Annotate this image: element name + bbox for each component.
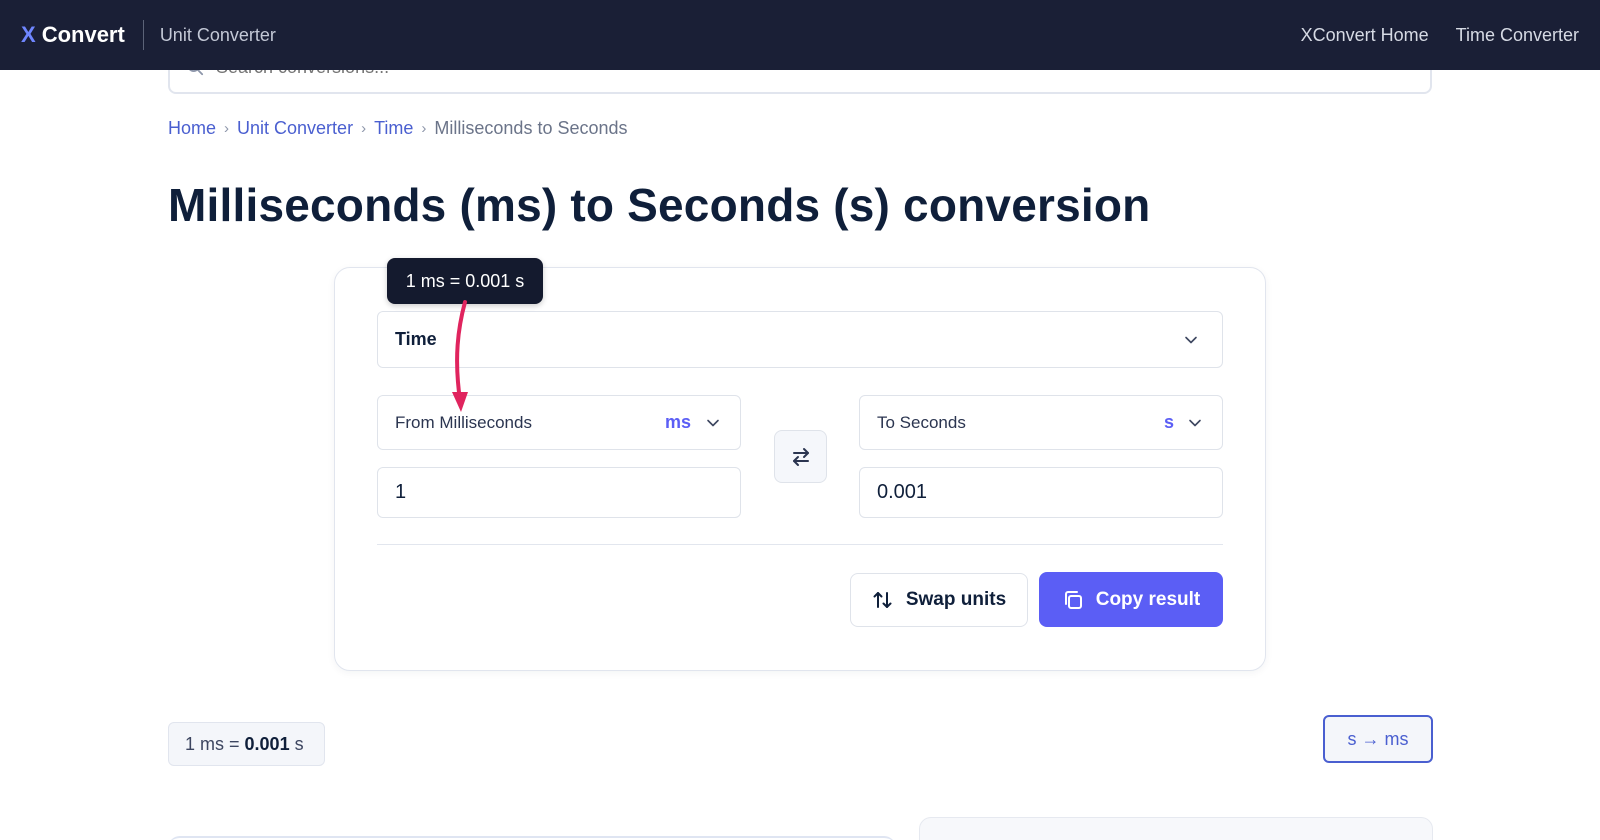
page-title: Milliseconds (ms) to Seconds (s) convers…	[168, 179, 1151, 231]
result-suffix: s	[294, 733, 304, 754]
chevron-down-icon	[1185, 336, 1197, 344]
breadcrumb-unit-converter[interactable]: Unit Converter	[237, 118, 353, 139]
category-select-value: Time	[395, 329, 437, 349]
breadcrumb-current: Milliseconds to Seconds	[434, 118, 628, 138]
card-divider	[377, 544, 1223, 545]
breadcrumb-time[interactable]: Time	[374, 118, 413, 139]
breadcrumb: Home › Unit Converter › Time › Milliseco…	[168, 118, 628, 139]
brand-name: Convert	[41, 22, 125, 47]
breadcrumb-home[interactable]: Home	[168, 118, 216, 139]
category-select[interactable]: Time	[377, 311, 1223, 368]
nav-link-time-converter[interactable]: Time Converter	[1456, 25, 1579, 46]
swap-units-button[interactable]: Swap units	[850, 573, 1028, 627]
nav-divider	[142, 20, 144, 50]
brand-x: X	[21, 22, 36, 47]
reverse-conversion-link[interactable]: s → ms	[1323, 715, 1433, 763]
swap-arrows-icon	[792, 447, 809, 466]
content-panel-left	[168, 836, 896, 840]
swap-direction-button[interactable]	[774, 430, 827, 483]
content-panel-right	[919, 817, 1433, 840]
to-value: 0.001	[877, 481, 928, 503]
top-nav: X Convert Unit Converter XConvert Home T…	[0, 0, 1600, 70]
to-unit-select[interactable]: To Seconds s	[859, 395, 1223, 450]
from-unit-select[interactable]: From Milliseconds ms	[377, 395, 741, 450]
breadcrumb-separator-icon: ›	[224, 120, 230, 137]
swap-vertical-icon	[873, 592, 892, 608]
nav-links: XConvert Home Time Converter	[1301, 0, 1579, 70]
copy-result-button[interactable]: Copy result	[1039, 572, 1223, 627]
copy-icon	[1064, 590, 1082, 609]
from-value: 1	[395, 481, 407, 503]
breadcrumb-separator-icon: ›	[421, 120, 427, 137]
result-value: 0.001	[244, 733, 290, 754]
nav-link-home[interactable]: XConvert Home	[1301, 25, 1429, 46]
from-value-input[interactable]: 1	[377, 467, 741, 518]
brand-logo[interactable]: X Convert	[21, 22, 125, 48]
result-prefix: 1 ms =	[185, 733, 240, 754]
from-unit-abbr: ms	[665, 412, 692, 432]
chevron-down-icon	[707, 419, 719, 427]
chevron-down-icon	[1189, 419, 1201, 427]
breadcrumb-separator-icon: ›	[361, 120, 367, 137]
to-unit-label: To Seconds	[877, 412, 966, 432]
to-unit-abbr: s	[1164, 412, 1175, 432]
result-badge: 1 ms = 0.001 s	[168, 722, 325, 766]
swap-units-label: Swap units	[905, 589, 1007, 610]
callout-arrow-icon	[452, 300, 468, 412]
copy-result-label: Copy result	[1095, 588, 1201, 610]
nav-section-label: Unit Converter	[159, 24, 276, 45]
to-value-output[interactable]: 0.001	[859, 467, 1223, 518]
